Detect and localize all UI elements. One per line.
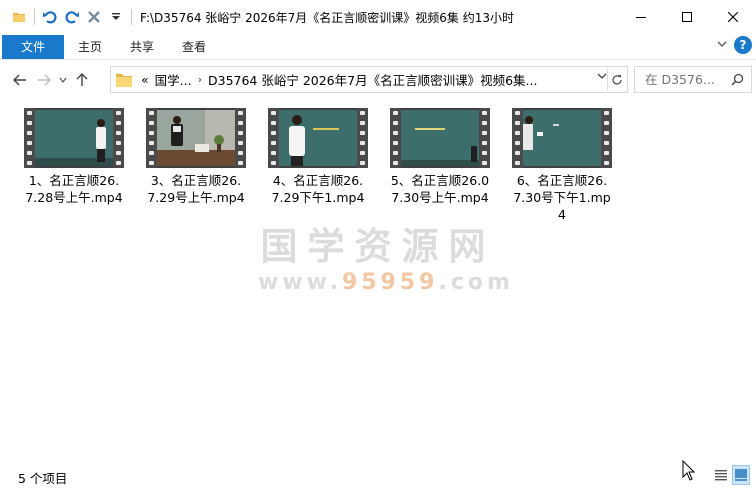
video-thumbnail bbox=[146, 108, 246, 168]
search-input[interactable] bbox=[635, 72, 727, 87]
video-frame bbox=[35, 110, 113, 166]
video-thumbnail bbox=[390, 108, 490, 168]
file-name: 1、名正言顺26.7.28号上午.mp4 bbox=[25, 173, 123, 205]
file-name: 5、名正言顺26.07.30号上午.mp4 bbox=[390, 173, 490, 205]
redo-icon[interactable] bbox=[61, 6, 83, 28]
video-frame bbox=[157, 110, 235, 166]
navigation-bar: « 国学... › D35764 张峪宁 2026年7月《名正言顺密训课》视频6… bbox=[0, 60, 756, 100]
window-controls bbox=[618, 0, 756, 34]
ribbon-tabs: 文件 主页 共享 查看 ? bbox=[0, 34, 756, 60]
watermark-url: www.95959.com bbox=[258, 270, 510, 295]
window-title: F:\D35764 张峪宁 2026年7月《名正言顺密训课》视频6集 约13小时 bbox=[140, 10, 514, 25]
film-strip bbox=[268, 108, 279, 168]
film-strip bbox=[512, 108, 523, 168]
video-thumbnail bbox=[24, 108, 124, 168]
tab-home[interactable]: 主页 bbox=[64, 38, 116, 55]
watermark-url-suffix: .com bbox=[438, 270, 514, 295]
minimize-button[interactable] bbox=[618, 0, 664, 34]
separator bbox=[34, 9, 35, 25]
expand-ribbon-icon[interactable] bbox=[716, 38, 728, 53]
file-name: 6、名正言顺26.7.30号下午1.mp4 bbox=[513, 173, 611, 222]
delete-icon[interactable] bbox=[83, 6, 105, 28]
breadcrumb-current[interactable]: D35764 张峪宁 2026年7月《名正言顺密训课》视频6集... bbox=[208, 70, 537, 89]
separator bbox=[131, 9, 132, 25]
ribbon-right: ? bbox=[716, 36, 752, 54]
help-icon[interactable]: ? bbox=[734, 36, 752, 54]
tab-share[interactable]: 共享 bbox=[116, 38, 168, 55]
up-button[interactable] bbox=[70, 65, 94, 95]
folder-icon bbox=[115, 72, 135, 88]
folder-icon bbox=[8, 6, 30, 28]
mouse-cursor-icon bbox=[682, 459, 696, 485]
address-bar[interactable]: « 国学... › D35764 张峪宁 2026年7月《名正言顺密训课》视频6… bbox=[110, 66, 628, 93]
close-button[interactable] bbox=[710, 0, 756, 34]
refresh-icon[interactable] bbox=[607, 68, 625, 91]
video-frame bbox=[279, 110, 357, 166]
file-item[interactable]: 1、名正言顺26.7.28号上午.mp4 bbox=[24, 108, 124, 206]
film-strip bbox=[235, 108, 246, 168]
status-bar: 5 个项目 bbox=[0, 460, 756, 494]
video-thumbnail bbox=[512, 108, 612, 168]
film-strip bbox=[113, 108, 124, 168]
address-dropdown-icon[interactable] bbox=[597, 70, 607, 84]
search-box[interactable] bbox=[634, 66, 752, 93]
recent-locations-button[interactable] bbox=[56, 65, 70, 95]
customize-toolbar-icon[interactable] bbox=[105, 6, 127, 28]
quick-access-toolbar bbox=[0, 0, 136, 34]
file-list: 1、名正言顺26.7.28号上午.mp4 3、名正言顺26.7.29号上午.mp… bbox=[0, 100, 756, 460]
search-icon[interactable] bbox=[727, 73, 747, 86]
file-item[interactable]: 6、名正言顺26.7.30号下午1.mp4 bbox=[512, 108, 612, 223]
film-strip bbox=[146, 108, 157, 168]
breadcrumb-chevron-icon[interactable]: › bbox=[198, 73, 202, 86]
file-item[interactable]: 3、名正言顺26.7.29号上午.mp4 bbox=[146, 108, 246, 206]
film-strip bbox=[24, 108, 35, 168]
file-item[interactable]: 5、名正言顺26.07.30号上午.mp4 bbox=[390, 108, 490, 206]
tab-file[interactable]: 文件 bbox=[2, 34, 64, 59]
tab-view[interactable]: 查看 bbox=[168, 38, 220, 55]
watermark-url-prefix: www. bbox=[258, 270, 342, 295]
back-button[interactable] bbox=[8, 65, 32, 95]
watermark-url-highlight: 95959 bbox=[341, 270, 439, 295]
film-strip bbox=[601, 108, 612, 168]
view-switcher bbox=[712, 465, 750, 485]
file-item[interactable]: 4、名正言顺26.7.29下午1.mp4 bbox=[268, 108, 368, 206]
breadcrumb-root[interactable]: 国学... bbox=[155, 70, 192, 89]
large-icons-view-icon[interactable] bbox=[732, 465, 750, 485]
film-strip bbox=[479, 108, 490, 168]
video-thumbnail bbox=[268, 108, 368, 168]
breadcrumb-overflow[interactable]: « bbox=[141, 72, 149, 87]
video-frame bbox=[401, 110, 479, 166]
film-strip bbox=[357, 108, 368, 168]
file-name: 3、名正言顺26.7.29号上午.mp4 bbox=[147, 173, 245, 205]
undo-icon[interactable] bbox=[39, 6, 61, 28]
maximize-button[interactable] bbox=[664, 0, 710, 34]
film-strip bbox=[390, 108, 401, 168]
file-name: 4、名正言顺26.7.29下午1.mp4 bbox=[271, 173, 365, 205]
video-frame bbox=[523, 110, 601, 166]
details-view-icon[interactable] bbox=[712, 465, 730, 485]
title-bar: F:\D35764 张峪宁 2026年7月《名正言顺密训课》视频6集 约13小时 bbox=[0, 0, 756, 34]
watermark-title: 国学资源网 bbox=[260, 225, 496, 268]
forward-button[interactable] bbox=[32, 65, 56, 95]
item-count: 5 个项目 bbox=[18, 470, 68, 486]
watermark: 国学资源网 www.95959.com bbox=[258, 216, 510, 295]
